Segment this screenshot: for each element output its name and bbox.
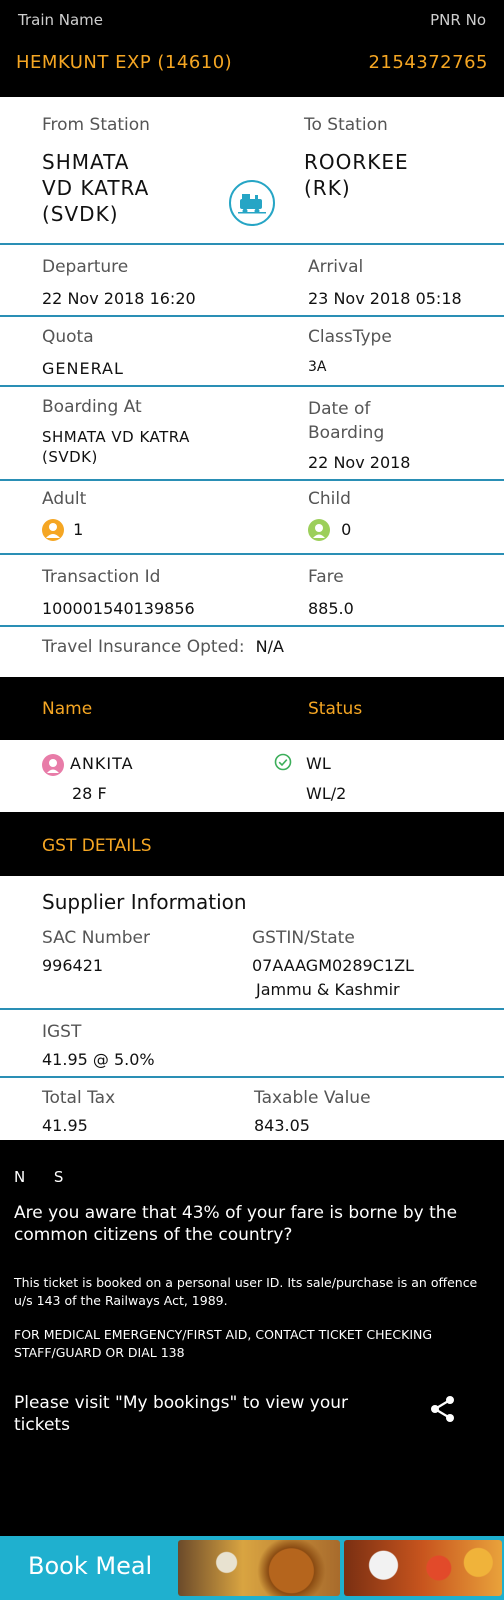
gstin-state-label: GSTIN/State xyxy=(252,928,355,948)
total-tax-value: 41.95 xyxy=(42,1116,88,1135)
adult-count-value: 1 xyxy=(73,519,84,539)
name-column-header: Name xyxy=(42,699,93,719)
igst-label: IGST xyxy=(42,1022,82,1042)
gst-state-value: Jammu & Kashmir xyxy=(256,980,400,999)
pnr-number[interactable]: 2154372765 xyxy=(368,52,488,73)
pnr-label: PNR No xyxy=(430,11,486,29)
child-label: Child xyxy=(308,489,351,509)
passenger-table-header: Name Status xyxy=(0,677,504,740)
check-circle-icon xyxy=(274,753,292,775)
igst-value: 41.95 @ 5.0% xyxy=(42,1050,155,1069)
fare-subsidy-message: Are you aware that 43% of your fare is b… xyxy=(14,1203,458,1245)
train-name-label: Train Name xyxy=(18,11,104,29)
sac-number-value: 996421 xyxy=(42,956,104,975)
total-tax-label: Total Tax xyxy=(42,1088,116,1108)
taxable-value-label: Taxable Value xyxy=(254,1088,371,1108)
book-meal-label: Book Meal xyxy=(28,1552,153,1580)
train-name: HEMKUNT EXP (14610) xyxy=(16,52,233,73)
departure-time: 22 Nov 2018 16:20 xyxy=(42,289,196,308)
ticket-header: Train Name PNR No HEMKUNT EXP (14610) 21… xyxy=(0,0,504,97)
passenger-name: ANKITA xyxy=(70,754,134,773)
gstin-value: 07AAAGM0289C1ZL xyxy=(252,956,414,975)
insurance-value: N/A xyxy=(255,637,284,656)
passenger-status-detail: WL/2 xyxy=(306,784,347,803)
to-station: ROORKEE (RK) xyxy=(304,150,409,200)
journey-details: From Station To Station SHMATA VD KATRA … xyxy=(0,97,504,677)
status-column-header: Status xyxy=(308,699,363,719)
my-bookings-message: Please visit "My bookings" to view your … xyxy=(14,1393,349,1435)
meal-image-2 xyxy=(344,1540,502,1596)
share-icon[interactable] xyxy=(428,1394,458,1428)
child-icon xyxy=(308,519,330,541)
from-station: SHMATA VD KATRA (SVDK) xyxy=(42,150,150,226)
adult-count: 1 xyxy=(42,519,83,541)
adult-label: Adult xyxy=(42,489,87,509)
class-type-label: ClassType xyxy=(308,327,392,347)
passenger-status: WL xyxy=(306,754,331,773)
quota-value: GENERAL xyxy=(42,359,124,378)
notes-section: N S Are you aware that 43% of your fare … xyxy=(0,1140,504,1536)
fare-value: 885.0 xyxy=(308,599,354,618)
taxable-value: 843.05 xyxy=(254,1116,310,1135)
adult-icon xyxy=(42,519,64,541)
class-type-value: 3A xyxy=(308,359,327,375)
legal-notice: This ticket is booked on a personal user… xyxy=(14,1275,478,1308)
date-of-boarding-value: 22 Nov 2018 xyxy=(308,453,411,472)
sac-number-label: SAC Number xyxy=(42,928,151,948)
child-count: 0 xyxy=(308,519,351,541)
transaction-id-label: Transaction Id xyxy=(42,567,161,587)
travel-insurance: Travel Insurance Opted: N/A xyxy=(42,637,284,657)
gst-details-title: GST DETAILS xyxy=(42,836,152,856)
date-of-boarding-label: Date of Boarding xyxy=(308,399,385,443)
from-station-label: From Station xyxy=(42,115,150,135)
medical-emergency-notice: FOR MEDICAL EMERGENCY/FIRST AID, CONTACT… xyxy=(14,1327,433,1360)
gst-header: GST DETAILS xyxy=(0,812,504,876)
child-count-value: 0 xyxy=(341,519,352,539)
quota-label: Quota xyxy=(42,327,94,347)
insurance-label: Travel Insurance Opted: xyxy=(42,637,245,657)
arrival-label: Arrival xyxy=(308,257,364,277)
train-icon xyxy=(229,180,275,226)
arrival-time: 23 Nov 2018 05:18 xyxy=(308,289,462,308)
passenger-row: ANKITA 28 F WL WL/2 xyxy=(0,740,504,812)
book-meal-button[interactable]: Book Meal xyxy=(0,1536,504,1600)
passenger-age-gender: 28 F xyxy=(72,784,107,803)
to-station-label: To Station xyxy=(304,115,388,135)
fare-label: Fare xyxy=(308,567,344,587)
transaction-id-value: 100001540139856 xyxy=(42,599,195,618)
meal-image xyxy=(178,1540,340,1596)
supplier-info-title: Supplier Information xyxy=(42,890,247,914)
gst-details: Supplier Information SAC Number GSTIN/St… xyxy=(0,876,504,1140)
departure-label: Departure xyxy=(42,257,129,277)
boarding-at-value: SHMATA VD KATRA (SVDK) xyxy=(42,428,190,466)
female-passenger-icon xyxy=(42,754,64,776)
notes-letters: N S xyxy=(14,1168,64,1186)
boarding-at-label: Boarding At xyxy=(42,397,142,417)
